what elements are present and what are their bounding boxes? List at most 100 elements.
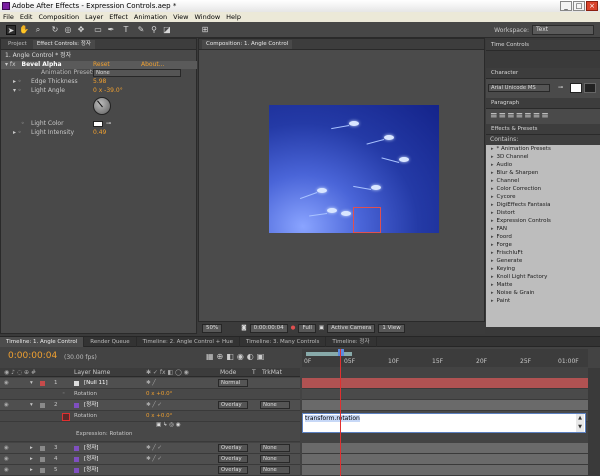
rotate-tool-icon[interactable]: ↻ <box>50 25 60 35</box>
list-item[interactable]: ▸ Color Correction <box>486 185 600 193</box>
label-color[interactable] <box>40 403 45 408</box>
label-color[interactable] <box>40 446 45 451</box>
selection-tool-icon[interactable]: ➤ <box>6 25 16 35</box>
list-item[interactable]: ▸ Channel <box>486 177 600 185</box>
track-bar[interactable] <box>302 454 588 465</box>
menu-effect[interactable]: Effect <box>109 12 128 22</box>
comp-timecode[interactable]: 0:00:00:04 <box>249 323 288 333</box>
trkmat-select[interactable]: None <box>260 401 290 409</box>
layer-name[interactable]: [정자] <box>84 443 98 454</box>
close-button[interactable]: × <box>586 1 598 11</box>
menu-animation[interactable]: Animation <box>134 12 167 22</box>
layer-row[interactable]: ◉ ▾ 2 [정자] ✱ ╱ ✓ Overlay None <box>0 400 300 411</box>
mode-select[interactable]: Overlay <box>218 455 248 463</box>
mode-select[interactable]: Normal <box>218 379 248 387</box>
layer-switches-icons[interactable]: ✱ ╱ ✓ <box>146 400 162 411</box>
resolution-select[interactable]: Full <box>298 323 316 333</box>
layer-row[interactable]: ◉ ▸ 3 [정자] ✱ ╱ ✓ Overlay None <box>0 443 300 454</box>
menu-composition[interactable]: Composition <box>38 12 79 22</box>
pen-tool-icon[interactable]: ✒ <box>106 25 116 35</box>
layer-switches-icons[interactable]: ✱ ╱ ✓ <box>146 443 162 454</box>
expression-editor[interactable]: transform.rotation ▲ ▼ <box>302 413 586 433</box>
visibility-icon[interactable]: ◉ <box>4 454 9 465</box>
layer-selection-box[interactable] <box>353 207 381 233</box>
list-item[interactable]: ▸ 3D Channel <box>486 153 600 161</box>
visibility-icon[interactable]: ◉ <box>4 378 9 389</box>
list-item[interactable]: ▸ Matte <box>486 281 600 289</box>
list-item[interactable]: ▸ Foord <box>486 233 600 241</box>
fill-color-swatch[interactable] <box>570 83 582 93</box>
layer-name[interactable]: [정자] <box>84 400 98 411</box>
layer-name-header[interactable]: Layer Name <box>74 369 110 376</box>
expand-triangle-icon[interactable]: ▾ fx <box>5 61 16 68</box>
track-bar[interactable] <box>302 465 588 476</box>
stopwatch-icon[interactable]: ◦ <box>21 120 25 128</box>
trkmat-select[interactable]: None <box>260 466 290 474</box>
visibility-icon[interactable]: ◉ <box>4 443 9 454</box>
about-link[interactable]: About... <box>141 61 164 69</box>
tab-timeline-many[interactable]: Timeline: 3. Many Controls <box>240 337 327 347</box>
property-value[interactable]: 0 x +0.0° <box>146 389 172 400</box>
stopwatch-icon[interactable] <box>62 413 70 421</box>
list-item[interactable]: ▸ Keying <box>486 265 600 273</box>
trkmat-select[interactable]: None <box>260 444 290 452</box>
stroke-color-swatch[interactable] <box>584 83 596 93</box>
expand-triangle-icon[interactable]: ▾ <box>30 400 33 411</box>
expression-scroll-arrows[interactable]: ▲ ▼ <box>576 414 584 432</box>
tab-timeline-jeongja[interactable]: Timeline: 정자 <box>326 337 377 347</box>
stopwatch-icon[interactable]: ▾ ◦ <box>13 87 21 95</box>
composition-canvas[interactable] <box>269 105 439 233</box>
rectangle-mask-icon[interactable]: ▭ <box>93 25 103 35</box>
expand-triangle-icon[interactable]: ▸ <box>30 465 33 476</box>
workspace-grid-icon[interactable]: ⊞ <box>200 25 210 35</box>
clone-stamp-icon[interactable]: ⚲ <box>149 25 159 35</box>
align-icons[interactable]: ≡≡≡≡≡≡≡ <box>490 111 550 121</box>
stopwatch-icon[interactable]: ◦ <box>62 389 65 400</box>
camera-icon[interactable]: ◙ <box>241 325 246 331</box>
mode-header[interactable]: Mode <box>220 369 236 376</box>
prop-value[interactable]: 5.98 <box>93 78 106 86</box>
layer-row[interactable]: ◉ ▸ 5 [정자] Overlay None <box>0 465 300 476</box>
list-item[interactable]: ▸ FrischluFt <box>486 249 600 257</box>
current-time-indicator[interactable] <box>340 349 341 476</box>
expression-text[interactable]: transform.rotation <box>305 415 360 422</box>
list-item[interactable]: ▸ FAN <box>486 225 600 233</box>
expand-triangle-icon[interactable]: ▸ <box>30 454 33 465</box>
list-item[interactable]: ▸ Noise & Grain <box>486 289 600 297</box>
layer-name[interactable]: [Null 11] <box>84 378 108 389</box>
track-bar[interactable] <box>302 443 588 454</box>
mode-select[interactable]: Overlay <box>218 466 248 474</box>
list-item[interactable]: ▸ Cycore <box>486 193 600 201</box>
track-bar[interactable] <box>302 400 588 411</box>
pan-behind-icon[interactable]: ✥ <box>76 25 86 35</box>
label-color[interactable] <box>40 457 45 462</box>
menu-view[interactable]: View <box>173 12 188 22</box>
visibility-icon[interactable]: ◉ <box>4 400 9 411</box>
view-select[interactable]: Active Camera <box>327 323 376 333</box>
tab-timeline-angle-control[interactable]: Timeline: 1. Angle Control <box>0 337 85 347</box>
list-item[interactable]: ▸ Blur & Sharpen <box>486 169 600 177</box>
menu-file[interactable]: File <box>3 12 14 22</box>
list-item[interactable]: ▸ Expression Controls <box>486 217 600 225</box>
paragraph-header[interactable]: Paragraph <box>486 98 600 109</box>
expand-triangle-icon[interactable]: ▾ <box>30 378 33 389</box>
label-color[interactable] <box>40 468 45 473</box>
menu-edit[interactable]: Edit <box>20 12 33 22</box>
track-bar[interactable] <box>302 378 588 389</box>
layer-switches-icons[interactable]: ✱ ╱ ✓ <box>146 454 162 465</box>
eraser-tool-icon[interactable]: ◪ <box>162 25 172 35</box>
list-item[interactable]: ▸ Generate <box>486 257 600 265</box>
time-ruler[interactable]: 0F 05F 10F 15F 20F 25F 01:00F <box>302 349 588 367</box>
effects-presets-header[interactable]: Effects & Presets <box>486 124 600 135</box>
list-item[interactable]: ▸ Forge <box>486 241 600 249</box>
list-item[interactable]: ▸ DigiEffects Fantasia <box>486 201 600 209</box>
layer-row[interactable]: ◉ ▸ 4 [정자] ✱ ╱ ✓ Overlay None <box>0 454 300 465</box>
expand-triangle-icon[interactable]: ▸ <box>30 443 33 454</box>
trkmat-select[interactable]: None <box>260 455 290 463</box>
timeline-scrollbar[interactable] <box>588 368 600 476</box>
menu-window[interactable]: Window <box>195 12 221 22</box>
label-color[interactable] <box>40 381 45 386</box>
layer-name[interactable]: [정자] <box>84 454 98 465</box>
eyedropper-icon[interactable]: ⊸ <box>558 84 563 91</box>
layer-switches-icons[interactable]: ✱ ╱ <box>146 378 156 389</box>
